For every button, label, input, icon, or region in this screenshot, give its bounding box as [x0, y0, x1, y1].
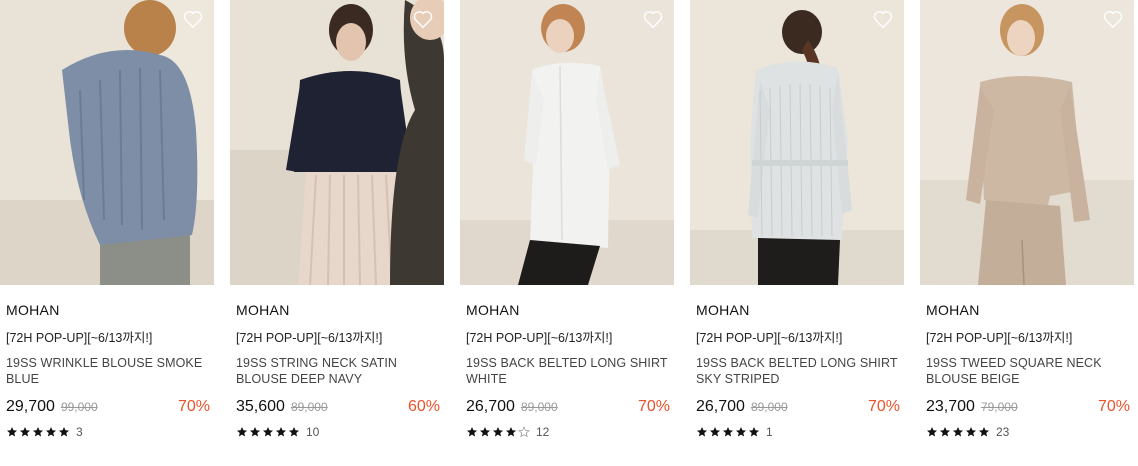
star-filled-icon [263, 427, 273, 437]
product-photo [230, 0, 444, 285]
original-price: 79,000 [980, 400, 1018, 414]
product-card[interactable]: MOHAN [72H POP-UP][~6/13까지!] 19SS BACK B… [460, 0, 674, 439]
price-row: 26,700 89,000 70% [696, 397, 904, 417]
review-count: 1 [766, 425, 773, 439]
promo-label: [72H POP-UP][~6/13까지!] [696, 331, 843, 345]
sale-price: 29,700 [6, 398, 55, 415]
review-count: 10 [306, 425, 320, 439]
review-count: 12 [536, 425, 550, 439]
original-price: 89,000 [520, 400, 558, 414]
price-row: 35,600 89,000 60% [236, 397, 444, 417]
promo-label: [72H POP-UP][~6/13까지!] [466, 331, 613, 345]
star-filled-icon [33, 427, 43, 437]
price-row: 29,700 99,000 70% [6, 397, 214, 417]
brand-name[interactable]: MOHAN [466, 301, 674, 319]
product-grid: MOHAN [72H POP-UP][~6/13까지!] 19SS WRINKL… [0, 0, 1138, 466]
star-filled-icon [697, 427, 707, 437]
heart-outline-icon[interactable] [642, 8, 664, 30]
heart-outline-icon[interactable] [872, 8, 894, 30]
sale-price: 26,700 [696, 398, 745, 415]
rating: 3 [6, 425, 214, 439]
star-filled-icon [20, 427, 30, 437]
star-filled-icon [736, 427, 746, 437]
heart-outline-icon[interactable] [182, 8, 204, 30]
promo-label: [72H POP-UP][~6/13까지!] [6, 331, 153, 345]
star-filled-icon [250, 427, 260, 437]
star-filled-icon [276, 427, 286, 437]
rating: 1 [696, 425, 904, 439]
product-name[interactable]: 19SS BACK BELTED LONG SHIRT SKY STRIPED [696, 355, 900, 387]
heart-outline-icon[interactable] [412, 8, 434, 30]
promo-label: [72H POP-UP][~6/13까지!] [236, 331, 383, 345]
product-card[interactable]: MOHAN [72H POP-UP][~6/13까지!] 19SS STRING… [230, 0, 444, 439]
product-card[interactable]: MOHAN [72H POP-UP][~6/13까지!] 19SS TWEED … [920, 0, 1134, 439]
product-image[interactable] [920, 0, 1134, 285]
star-filled-icon [480, 427, 490, 437]
star-filled-icon [749, 427, 759, 437]
product-name[interactable]: 19SS WRINKLE BLOUSE SMOKE BLUE [6, 355, 210, 387]
product-photo [0, 0, 214, 285]
star-filled-icon [940, 427, 950, 437]
original-price: 99,000 [60, 400, 98, 414]
star-empty-icon [518, 426, 530, 438]
brand-name[interactable]: MOHAN [926, 301, 1134, 319]
discount-rate: 70% [1097, 398, 1130, 415]
price-row: 23,700 79,000 70% [926, 397, 1134, 417]
sale-price: 35,600 [236, 398, 285, 415]
star-filled-icon [979, 427, 989, 437]
product-name[interactable]: 19SS BACK BELTED LONG SHIRT WHITE [466, 355, 670, 387]
star-filled-icon [59, 427, 69, 437]
star-filled-icon [289, 427, 299, 437]
sale-price: 26,700 [466, 398, 515, 415]
brand-name[interactable]: MOHAN [6, 301, 214, 319]
star-filled-icon [710, 427, 720, 437]
star-filled-icon [927, 427, 937, 437]
star-filled-icon [467, 427, 477, 437]
rating: 12 [466, 425, 674, 439]
discount-rate: 60% [407, 398, 440, 415]
review-count: 3 [76, 425, 83, 439]
product-name[interactable]: 19SS STRING NECK SATIN BLOUSE DEEP NAVY [236, 355, 440, 387]
product-image[interactable] [460, 0, 674, 285]
product-photo [920, 0, 1134, 285]
discount-rate: 70% [867, 398, 900, 415]
star-filled-icon [237, 427, 247, 437]
product-photo [690, 0, 904, 285]
brand-name[interactable]: MOHAN [236, 301, 444, 319]
product-name[interactable]: 19SS TWEED SQUARE NECK BLOUSE BEIGE [926, 355, 1130, 387]
rating: 23 [926, 425, 1134, 439]
heart-outline-icon[interactable] [1102, 8, 1124, 30]
star-filled-icon [46, 427, 56, 437]
sale-price: 23,700 [926, 398, 975, 415]
review-count: 23 [996, 425, 1010, 439]
product-photo [460, 0, 674, 285]
product-image[interactable] [0, 0, 214, 285]
product-card[interactable]: MOHAN [72H POP-UP][~6/13까지!] 19SS WRINKL… [0, 0, 214, 439]
product-image[interactable] [230, 0, 444, 285]
rating: 10 [236, 425, 444, 439]
star-filled-icon [966, 427, 976, 437]
discount-rate: 70% [177, 398, 210, 415]
star-filled-icon [723, 427, 733, 437]
star-filled-icon [953, 427, 963, 437]
product-card[interactable]: MOHAN [72H POP-UP][~6/13까지!] 19SS BACK B… [690, 0, 904, 439]
original-price: 89,000 [290, 400, 328, 414]
star-filled-icon [506, 427, 516, 437]
star-filled-icon [493, 427, 503, 437]
brand-name[interactable]: MOHAN [696, 301, 904, 319]
discount-rate: 70% [637, 398, 670, 415]
promo-label: [72H POP-UP][~6/13까지!] [926, 331, 1073, 345]
original-price: 89,000 [750, 400, 788, 414]
star-filled-icon [7, 427, 17, 437]
product-image[interactable] [690, 0, 904, 285]
price-row: 26,700 89,000 70% [466, 397, 674, 417]
